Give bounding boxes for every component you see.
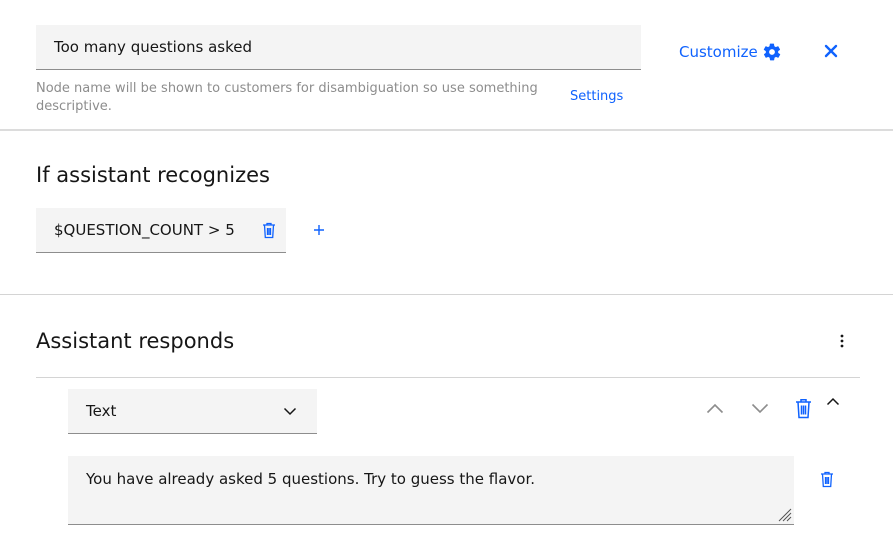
trash-icon[interactable] — [262, 222, 276, 239]
collapse-button[interactable] — [824, 394, 842, 408]
node-name-value: Too many questions asked — [54, 38, 252, 56]
section-divider — [0, 294, 893, 295]
node-name-helper-text: Node name will be shown to customers for… — [36, 81, 538, 114]
response-type-value: Text — [86, 402, 117, 420]
response-divider — [36, 377, 860, 378]
chevron-up-icon — [826, 397, 840, 406]
overflow-menu-vertical-icon[interactable] — [836, 333, 848, 349]
response-text-value: You have already asked 5 questions. Try … — [86, 470, 536, 488]
add-condition-button[interactable] — [311, 222, 327, 238]
condition-section-title: If assistant recognizes — [36, 163, 270, 187]
condition-input[interactable]: $QUESTION_COUNT > 5 — [36, 208, 286, 253]
close-icon[interactable] — [822, 42, 840, 60]
delete-text-button[interactable] — [819, 470, 835, 488]
condition-value: $QUESTION_COUNT > 5 — [54, 221, 235, 239]
response-text-input[interactable]: You have already asked 5 questions. Try … — [68, 456, 794, 525]
node-name-input[interactable]: Too many questions asked — [36, 25, 641, 70]
customize-button[interactable]: Customize — [679, 42, 782, 62]
chevron-down-icon — [283, 407, 297, 416]
plus-icon — [313, 224, 325, 236]
move-up-button[interactable] — [705, 400, 725, 416]
gear-icon — [762, 42, 782, 62]
trash-icon — [795, 398, 812, 419]
resize-grip-icon[interactable] — [776, 506, 792, 522]
delete-response-button[interactable] — [793, 397, 813, 419]
trash-icon — [820, 471, 834, 488]
customize-label: Customize — [679, 43, 758, 61]
response-type-select[interactable]: Text — [68, 389, 317, 434]
response-section-title: Assistant responds — [36, 329, 235, 353]
section-divider — [0, 129, 893, 131]
chevron-down-icon — [751, 403, 769, 414]
settings-link[interactable]: Settings — [570, 89, 623, 104]
move-down-button[interactable] — [750, 400, 770, 416]
chevron-up-icon — [706, 403, 724, 414]
